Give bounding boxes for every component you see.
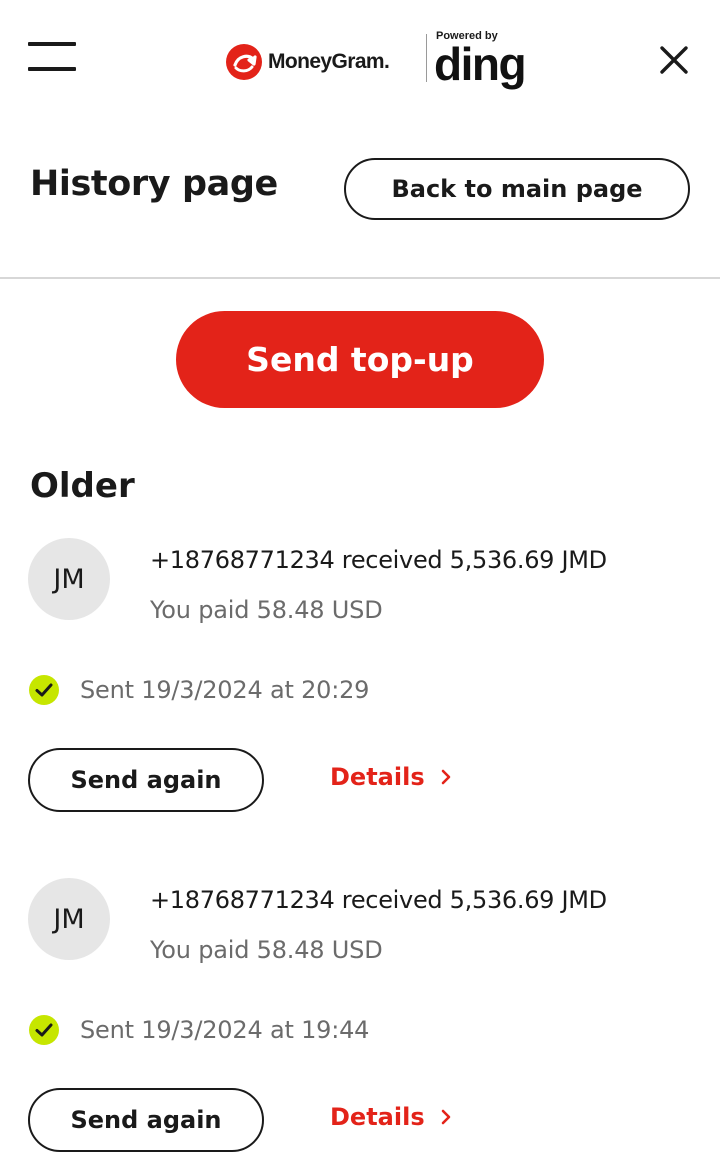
transaction-status: Sent 19/3/2024 at 19:44 — [80, 1016, 370, 1044]
header-divider — [0, 277, 720, 279]
partner-name: ding — [434, 38, 527, 90]
details-label: Details — [330, 1103, 425, 1131]
transaction-paid: You paid 58.48 USD — [150, 596, 383, 624]
hamburger-menu-icon[interactable] — [28, 42, 76, 74]
send-again-button[interactable]: Send again — [28, 748, 264, 812]
chevron-right-icon — [441, 1109, 450, 1125]
details-link[interactable]: Details — [330, 1103, 455, 1131]
send-topup-button[interactable]: Send top-up — [176, 311, 544, 408]
details-link[interactable]: Details — [330, 763, 455, 791]
section-title-older: Older — [30, 466, 135, 506]
page-title-row: History page Back to main page — [0, 120, 720, 278]
avatar: JM — [28, 878, 110, 960]
page-title: History page — [30, 164, 278, 204]
chevron-right-icon — [441, 769, 450, 785]
back-to-main-button[interactable]: Back to main page — [344, 158, 690, 220]
check-circle-icon — [29, 675, 59, 705]
avatar: JM — [28, 538, 110, 620]
transaction-summary: +18768771234 received 5,536.69 JMD — [150, 546, 607, 574]
app-header: MoneyGram. Powered by ding — [0, 0, 720, 120]
transaction-status: Sent 19/3/2024 at 20:29 — [80, 676, 370, 704]
details-label: Details — [330, 763, 425, 791]
close-icon[interactable] — [656, 42, 692, 78]
transaction-item: JM +18768771234 received 5,536.69 JMD Yo… — [0, 538, 720, 828]
send-again-button[interactable]: Send again — [28, 1088, 264, 1152]
transaction-summary: +18768771234 received 5,536.69 JMD — [150, 886, 607, 914]
brand-name: MoneyGram. — [268, 50, 390, 73]
transaction-item: JM +18768771234 received 5,536.69 JMD Yo… — [0, 878, 720, 1168]
transaction-paid: You paid 58.48 USD — [150, 936, 383, 964]
brand-logo: MoneyGram. Powered by ding — [226, 30, 536, 92]
moneygram-logo-icon — [226, 44, 262, 80]
brand-divider — [426, 34, 427, 82]
check-circle-icon — [29, 1015, 59, 1045]
